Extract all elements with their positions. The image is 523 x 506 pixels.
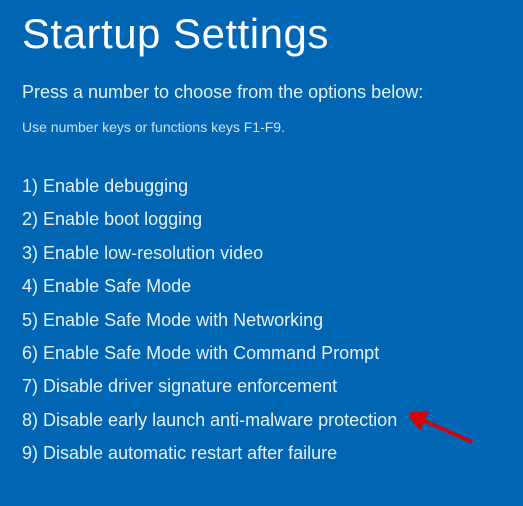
option-label: Enable Safe Mode with Networking	[43, 310, 323, 330]
instruction-text: Press a number to choose from the option…	[22, 82, 501, 103]
option-number: 9)	[22, 443, 38, 463]
option-label: Enable Safe Mode	[43, 276, 191, 296]
option-5[interactable]: 5) Enable Safe Mode with Networking	[22, 309, 501, 332]
option-label: Disable automatic restart after failure	[43, 443, 337, 463]
option-8[interactable]: 8) Disable early launch anti-malware pro…	[22, 409, 501, 432]
option-number: 6)	[22, 343, 38, 363]
option-1[interactable]: 1) Enable debugging	[22, 175, 501, 198]
option-9[interactable]: 9) Disable automatic restart after failu…	[22, 442, 501, 465]
option-label: Disable driver signature enforcement	[43, 376, 337, 396]
option-number: 2)	[22, 209, 38, 229]
option-2[interactable]: 2) Enable boot logging	[22, 208, 501, 231]
option-number: 1)	[22, 176, 38, 196]
option-number: 3)	[22, 243, 38, 263]
option-number: 5)	[22, 310, 38, 330]
options-list: 1) Enable debugging 2) Enable boot loggi…	[22, 175, 501, 466]
option-label: Enable Safe Mode with Command Prompt	[43, 343, 379, 363]
option-label: Enable debugging	[43, 176, 188, 196]
option-number: 7)	[22, 376, 38, 396]
option-3[interactable]: 3) Enable low-resolution video	[22, 242, 501, 265]
option-number: 4)	[22, 276, 38, 296]
option-7[interactable]: 7) Disable driver signature enforcement	[22, 375, 501, 398]
option-label: Enable low-resolution video	[43, 243, 263, 263]
option-number: 8)	[22, 410, 38, 430]
option-4[interactable]: 4) Enable Safe Mode	[22, 275, 501, 298]
option-6[interactable]: 6) Enable Safe Mode with Command Prompt	[22, 342, 501, 365]
hint-text: Use number keys or functions keys F1-F9.	[22, 119, 501, 135]
option-label: Disable early launch anti-malware protec…	[43, 410, 397, 430]
option-label: Enable boot logging	[43, 209, 202, 229]
page-title: Startup Settings	[22, 10, 501, 58]
